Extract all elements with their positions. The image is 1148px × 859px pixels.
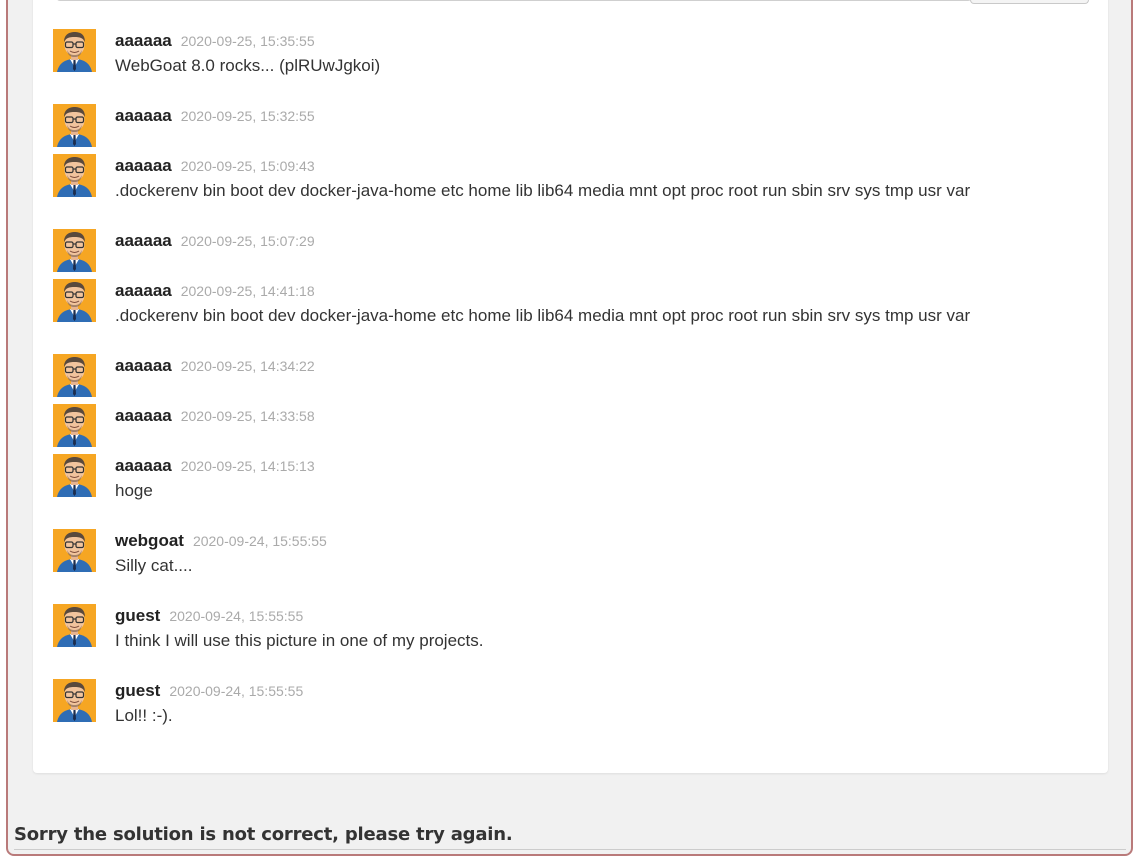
user-avatar-icon bbox=[53, 679, 96, 722]
comment-user: webgoat bbox=[115, 531, 184, 550]
comment-timestamp: 2020-09-25, 15:07:29 bbox=[180, 233, 315, 249]
comment-text: .dockerenv bin boot dev docker-java-home… bbox=[115, 181, 971, 200]
user-avatar-icon bbox=[53, 229, 96, 272]
user-avatar-icon bbox=[53, 529, 96, 572]
comment-timestamp: 2020-09-25, 14:34:22 bbox=[180, 358, 315, 374]
comment-item: aaaaaa 2020-09-25, 14:15:13 hoge bbox=[53, 454, 1093, 514]
comment-item: guest 2020-09-24, 15:55:55 I think I will … bbox=[53, 604, 1093, 664]
comment-user: aaaaaa bbox=[115, 156, 172, 175]
user-avatar-icon bbox=[53, 154, 96, 197]
submit-comment-button[interactable] bbox=[970, 0, 1089, 4]
comment-timestamp: 2020-09-24, 15:55:55 bbox=[169, 683, 304, 699]
comment-text: .dockerenv bin boot dev docker-java-home… bbox=[115, 306, 971, 325]
comment-user: aaaaaa bbox=[115, 456, 172, 475]
comment-user: aaaaaa bbox=[115, 106, 172, 125]
comment-item: aaaaaa 2020-09-25, 14:41:18 .dockerenv bin… bbox=[53, 279, 1093, 339]
comment-text: Silly cat.... bbox=[115, 556, 193, 575]
comment-timestamp: 2020-09-25, 15:32:55 bbox=[180, 108, 315, 124]
comment-timestamp: 2020-09-25, 14:15:13 bbox=[180, 458, 315, 474]
comment-item: webgoat 2020-09-24, 15:55:55 Silly cat.... bbox=[53, 529, 1093, 589]
comment-item: aaaaaa 2020-09-25, 15:35:55 WebGoat 8.0 ro… bbox=[53, 29, 1093, 89]
comment-user: aaaaaa bbox=[115, 356, 172, 375]
comment-text: Lol!! :-). bbox=[115, 706, 173, 725]
comment-timestamp: 2020-09-25, 15:35:55 bbox=[180, 33, 315, 49]
feedback-message: Sorry the solution is not correct, pleas… bbox=[14, 824, 513, 845]
divider bbox=[14, 849, 1126, 850]
comment-text: I think I will use this picture in one o… bbox=[115, 631, 484, 650]
comment-timestamp: 2020-09-24, 15:55:55 bbox=[192, 533, 327, 549]
comment-input[interactable] bbox=[56, 0, 972, 1]
comment-item: guest 2020-09-24, 15:55:55 Lol!! :-). bbox=[53, 679, 1093, 739]
comment-text: WebGoat 8.0 rocks... (plRUwJgkoi) bbox=[115, 56, 381, 75]
user-avatar-icon bbox=[53, 604, 96, 647]
user-avatar-icon bbox=[53, 104, 96, 147]
user-avatar-icon bbox=[53, 454, 96, 497]
comment-text: hoge bbox=[115, 481, 153, 500]
comment-user: aaaaaa bbox=[115, 281, 172, 300]
comment-user: aaaaaa bbox=[115, 231, 172, 250]
comment-item: aaaaaa 2020-09-25, 15:09:43 .dockerenv bin… bbox=[53, 154, 1093, 214]
comment-timestamp: 2020-09-25, 14:33:58 bbox=[180, 408, 315, 424]
user-avatar-icon bbox=[53, 404, 96, 447]
user-avatar-icon bbox=[53, 279, 96, 322]
comment-user: aaaaaa bbox=[115, 31, 172, 50]
comment-user: guest bbox=[115, 606, 161, 625]
user-avatar-icon bbox=[53, 29, 96, 72]
comment-timestamp: 2020-09-25, 15:09:43 bbox=[180, 158, 315, 174]
comment-user: aaaaaa bbox=[115, 406, 172, 425]
comment-user: guest bbox=[115, 681, 161, 700]
comment-timestamp: 2020-09-24, 15:55:55 bbox=[169, 608, 304, 624]
comment-timestamp: 2020-09-25, 14:41:18 bbox=[180, 283, 315, 299]
user-avatar-icon bbox=[53, 354, 96, 397]
